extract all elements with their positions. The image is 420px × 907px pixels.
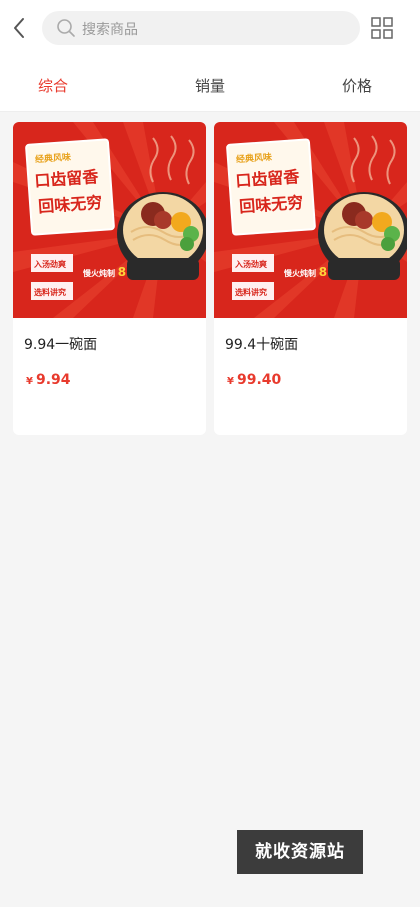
sort-tabs: 综合 销量 价格 — [0, 56, 420, 112]
grid-view-icon — [371, 17, 393, 39]
poster-slogan-num: 8 — [118, 265, 126, 279]
header-bar: 搜索商品 — [0, 0, 420, 56]
product-price: ¥9.94 — [26, 369, 71, 388]
price-value: 99.40 — [236, 372, 282, 388]
currency-symbol: ¥ — [26, 376, 33, 387]
search-input[interactable]: 搜索商品 — [42, 11, 360, 45]
product-image: 经典风味 口齿留香 回味无穷 入汤劲爽 选料讲究 慢火炖制 8 小时 — [214, 122, 407, 318]
product-price: ¥99.40 — [227, 369, 281, 388]
product-card[interactable]: 经典风味 口齿留香 回味无穷 入汤劲爽 选料讲究 慢火炖制 8 小时 99.4十… — [214, 122, 407, 435]
grid-view-button[interactable] — [370, 16, 394, 40]
poster-badge2: 选料讲究 — [34, 287, 66, 297]
search-icon — [57, 19, 75, 37]
tab-sales[interactable]: 销量 — [195, 75, 225, 96]
tab-price[interactable]: 价格 — [342, 75, 372, 96]
price-value: 9.94 — [35, 372, 71, 388]
back-button[interactable] — [6, 12, 34, 44]
currency-symbol: ¥ — [227, 376, 234, 387]
product-image: 经典风味 口齿留香 回味无穷 入汤劲爽 选料讲究 慢火炖制 8 小时 — [13, 122, 206, 318]
poster-slogan-num: 8 — [319, 265, 327, 279]
poster-badge2: 选料讲究 — [235, 287, 267, 297]
poster-badge1: 入汤劲爽 — [234, 259, 267, 269]
product-name: 9.94一碗面 — [24, 337, 98, 353]
poster-slogan-prefix: 慢火炖制 — [284, 268, 316, 278]
tab-comprehensive[interactable]: 综合 — [38, 75, 68, 96]
back-arrow-icon — [14, 18, 24, 38]
search-placeholder: 搜索商品 — [82, 22, 138, 38]
product-card[interactable]: 经典风味 口齿留香 回味无穷 入汤劲爽 选料讲究 慢火炖制 8 小时 9.94一… — [13, 122, 206, 435]
product-name: 99.4十碗面 — [225, 337, 299, 353]
poster-badge1: 入汤劲爽 — [33, 259, 66, 269]
watermark-badge: 就收资源站 — [237, 830, 363, 874]
poster-slogan-prefix: 慢火炖制 — [83, 268, 115, 278]
